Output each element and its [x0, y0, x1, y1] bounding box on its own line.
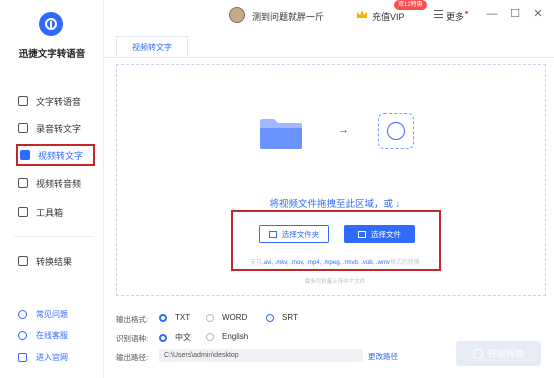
toolbox-icon	[18, 207, 28, 217]
tab-video-to-text[interactable]: 视频转文字	[116, 36, 188, 58]
formats-suffix: 格式的转换	[389, 260, 420, 266]
minimize-button[interactable]: —	[485, 7, 499, 21]
formats-prefix: 支持	[250, 260, 263, 266]
recording-to-text-icon	[18, 123, 28, 133]
tab-divider	[104, 57, 554, 58]
sidebar-item-label: 视频转文字	[38, 150, 84, 161]
support-icon	[18, 330, 27, 340]
folder-outline-icon	[268, 230, 277, 238]
video-to-text-icon	[20, 150, 30, 160]
vip-button[interactable]: 充值VIP	[372, 10, 405, 23]
avatar[interactable]	[229, 7, 245, 23]
app-name: 迅捷文字转语音	[18, 49, 86, 60]
output-path-label: 输出路径:	[116, 353, 149, 362]
sidebar-item-label: 工具箱	[36, 207, 64, 218]
drop-hint: 将视频文件拖拽至此区域，或 ↓	[269, 199, 401, 210]
select-folder-button[interactable]: 选择文件夹	[259, 225, 329, 243]
file-icon	[358, 230, 366, 238]
format-word-label: WORD	[222, 313, 248, 322]
start-convert-button[interactable]: 开始转换	[456, 341, 541, 366]
arrow-right-icon: →	[338, 124, 349, 136]
more-button[interactable]: 更多	[446, 10, 464, 23]
convert-icon	[378, 113, 414, 149]
website-link[interactable]: 进入官网	[18, 349, 68, 365]
formats-list: .avi, .mkv, .mov, .mp4, .mpeg, .rmvb, .v…	[262, 260, 390, 266]
format-txt-radio[interactable]: TXT	[159, 313, 190, 322]
promo-badge: 双12特惠	[394, 0, 427, 10]
play-icon	[472, 348, 483, 359]
sidebar-item-recording-to-text[interactable]: 录音转文字	[18, 117, 98, 139]
format-txt-label: TXT	[175, 313, 191, 322]
notification-dot	[465, 11, 468, 14]
sidebar-item-label: 文字转语音	[36, 96, 82, 107]
user-name[interactable]: 测到问题就胖一斤	[252, 10, 324, 23]
output-path-field[interactable]: C:\Users\admin\desktop	[159, 349, 363, 362]
language-chinese-label: 中文	[175, 333, 191, 342]
video-to-audio-icon	[18, 178, 28, 188]
format-srt-radio[interactable]: SRT	[266, 313, 298, 322]
supported-formats: 支持.avi, .mkv, .mov, .mp4, .mpeg, .rmvb, …	[231, 257, 439, 266]
text-to-speech-icon	[18, 96, 28, 106]
sidebar-item-toolbox[interactable]: 工具箱	[18, 201, 98, 223]
title-bar: 测到问题就胖一斤 充值VIP 双12特惠 更多 — ☐ ✕	[104, 0, 554, 32]
language-english-label: English	[222, 332, 249, 341]
app-logo-icon	[39, 12, 63, 36]
sidebar-item-text-to-speech[interactable]: 文字转语音	[18, 90, 98, 112]
crown-icon	[357, 10, 367, 18]
faq-icon	[18, 309, 27, 319]
select-file-button[interactable]: 选择文件	[344, 225, 415, 243]
faq-label: 常见问题	[36, 309, 68, 319]
format-word-radio[interactable]: WORD	[206, 313, 247, 322]
change-path-link[interactable]: 更改路径	[368, 351, 398, 362]
results-icon	[18, 256, 28, 266]
sidebar-item-label: 视频转音频	[36, 178, 82, 189]
select-folder-label: 选择文件夹	[281, 229, 320, 239]
support-label: 在线客服	[36, 330, 68, 340]
folder-icon	[260, 119, 302, 149]
output-format-label: 输出格式:	[116, 315, 149, 324]
maximize-button[interactable]: ☐	[508, 7, 522, 21]
format-srt-label: SRT	[282, 313, 298, 322]
website-label: 进入官网	[36, 352, 68, 362]
sidebar-item-video-to-text[interactable]: 视频转文字	[16, 144, 95, 166]
website-icon	[18, 352, 27, 362]
menu-icon[interactable]	[434, 10, 443, 18]
upload-limit-note: 最多可批量上传中个文件	[304, 279, 366, 285]
language-label: 识别语种:	[116, 334, 149, 343]
language-chinese-radio[interactable]: 中文	[159, 332, 191, 343]
support-link[interactable]: 在线客服	[18, 327, 68, 343]
language-english-radio[interactable]: English	[206, 332, 248, 341]
sidebar-item-results[interactable]: 转换结果	[18, 250, 98, 272]
faq-link[interactable]: 常见问题	[18, 306, 68, 322]
sidebar-divider	[14, 236, 94, 237]
close-button[interactable]: ✕	[531, 7, 545, 21]
start-convert-label: 开始转换	[487, 349, 524, 359]
select-file-label: 选择文件	[371, 229, 401, 239]
sidebar-item-video-to-audio[interactable]: 视频转音频	[18, 172, 98, 194]
sidebar-item-label: 录音转文字	[36, 123, 82, 134]
sidebar: 迅捷文字转语音 文字转语音 录音转文字 视频转文字 视频转音频 工具箱 转换结果…	[0, 0, 104, 378]
sidebar-item-label: 转换结果	[36, 256, 73, 267]
